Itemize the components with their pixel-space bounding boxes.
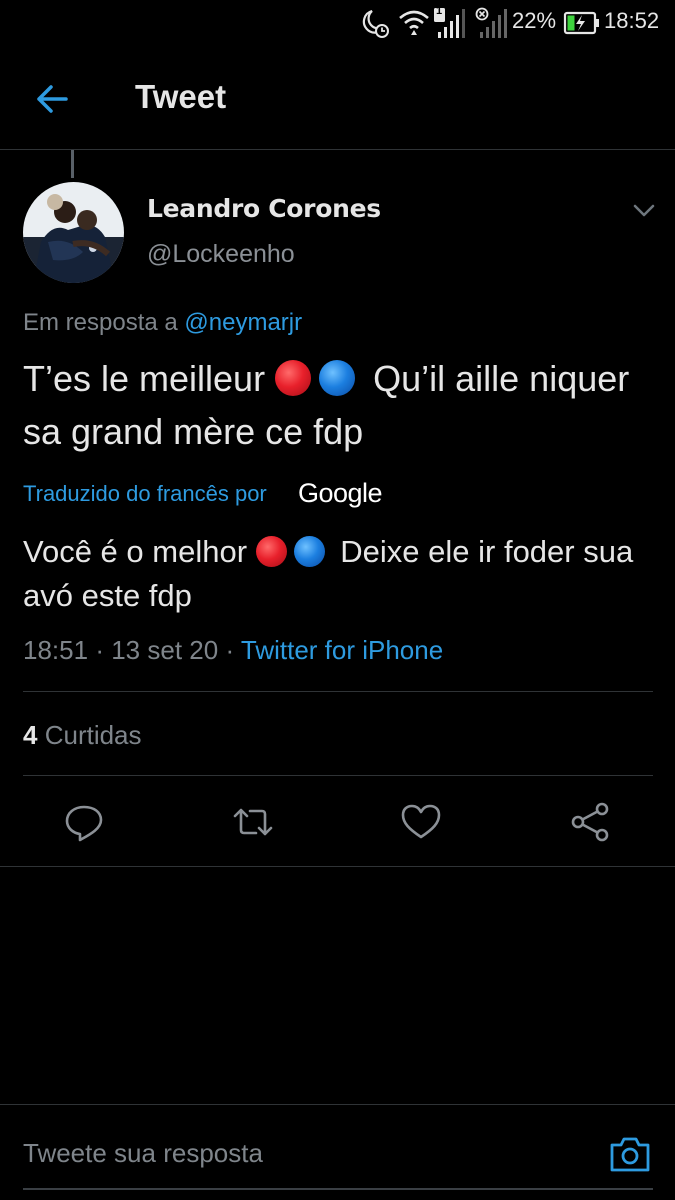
author-display-name[interactable]: Leandro Corones: [147, 194, 381, 223]
tweet-text: T’es le meilleur Qu’il aille niquer sa g…: [23, 352, 643, 458]
share-icon: [571, 802, 609, 842]
camera-icon: [610, 1137, 650, 1172]
tweet-meta: 18:51 · 13 set 20 · Twitter for iPhone: [23, 635, 443, 666]
battery-charging-icon: [563, 11, 599, 35]
translated-text: Você é o melhor Deixe ele ir foder sua a…: [23, 530, 653, 618]
battery-percent: 22%: [512, 8, 557, 33]
header-divider: [0, 149, 675, 150]
reply-context: Em resposta a @neymarjr: [23, 309, 302, 337]
reply-compose-input[interactable]: Tweete sua resposta: [23, 1138, 263, 1169]
likes-label: Curtidas: [44, 720, 142, 750]
reply-icon: [65, 805, 103, 842]
translation-part1: Você é o melhor: [23, 534, 248, 569]
red-circle-emoji: [255, 536, 287, 567]
like-heart-icon: [401, 804, 441, 839]
reply-prefix: Em resposta a: [23, 309, 178, 336]
tweet-source-link[interactable]: Twitter for iPhone: [241, 635, 443, 665]
signal-no-sim-icon: [475, 7, 507, 38]
back-button[interactable]: [26, 76, 80, 122]
separator-dot: ·: [95, 635, 104, 665]
divider: [23, 691, 653, 692]
author-handle[interactable]: @Lockeenho: [147, 240, 295, 269]
tweet-text-part1: T’es le meilleur: [23, 358, 266, 399]
tweet-options-button[interactable]: [626, 192, 662, 228]
blue-circle-emoji: [319, 360, 356, 396]
likes-count-link[interactable]: 4 Curtidas: [23, 720, 142, 751]
thread-connector-line: [71, 150, 74, 178]
separator-dot: ·: [225, 635, 235, 665]
red-circle-emoji: [275, 360, 312, 396]
blue-circle-emoji: [293, 536, 325, 567]
do-not-disturb-moon-icon: [362, 9, 389, 38]
chevron-down-icon: [633, 204, 655, 217]
likes-count: 4: [23, 720, 38, 750]
tweet-time: 18:51: [23, 635, 89, 665]
avatar[interactable]: [23, 182, 124, 283]
share-button[interactable]: [568, 800, 612, 844]
reply-mention-link[interactable]: @neymarjr: [184, 309, 302, 336]
arrow-left-icon: [37, 85, 68, 113]
status-bar: 1 22% 18:52: [0, 0, 675, 48]
clock-time: 18:52: [604, 8, 660, 33]
wifi-icon: [399, 10, 429, 35]
reply-button[interactable]: [62, 800, 106, 844]
page-title: Tweet: [135, 78, 227, 115]
tweet-date: 13 set 20: [111, 635, 219, 665]
translated-by-label[interactable]: Traduzido do francês por: [23, 481, 267, 507]
compose-underline: [23, 1188, 653, 1190]
compose-divider: [0, 1104, 675, 1105]
like-button[interactable]: [399, 800, 443, 844]
retweet-button[interactable]: [231, 800, 275, 844]
sim-badge: 1: [436, 5, 443, 17]
divider: [23, 775, 653, 776]
divider: [0, 866, 675, 867]
retweet-icon: [233, 808, 273, 836]
google-logo: Google: [298, 478, 383, 508]
camera-button[interactable]: [608, 1133, 652, 1175]
